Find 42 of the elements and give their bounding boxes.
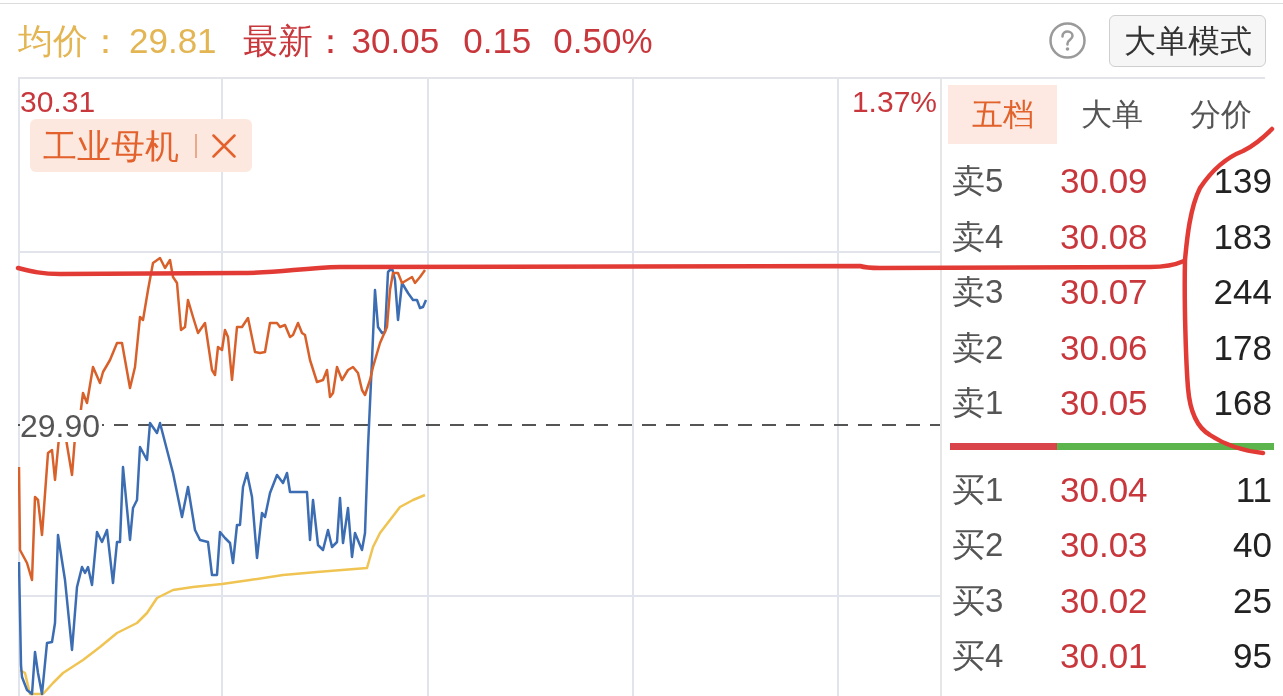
order-volume: 168	[1213, 385, 1272, 421]
order-volume: 11	[1235, 471, 1272, 507]
large-order-mode-button[interactable]: 大单模式	[1109, 14, 1266, 67]
order-level-label: 买2	[952, 528, 1005, 562]
order-volume: 95	[1233, 638, 1272, 674]
order-volume: 178	[1213, 329, 1272, 365]
average-price-value: 29.81	[129, 23, 217, 58]
percent-change: 0.50%	[553, 23, 653, 58]
help-icon[interactable]	[1049, 22, 1086, 59]
order-level-label: 卖5	[952, 164, 1005, 198]
order-volume: 40	[1233, 527, 1272, 563]
order-level-label: 卖2	[952, 330, 1005, 364]
latest-price-value: 30.05	[351, 23, 440, 58]
order-price: 30.01	[1060, 638, 1148, 674]
max-price-label: 30.31	[20, 87, 96, 117]
latest-price-label: 最新：	[242, 23, 348, 58]
price-change: 0.15	[463, 23, 532, 58]
order-book-tab[interactable]: 大单	[1057, 85, 1167, 144]
order-price: 30.05	[1060, 385, 1148, 421]
order-level-label: 买3	[952, 583, 1005, 617]
order-level-label: 卖4	[952, 219, 1005, 253]
order-price: 30.07	[1060, 274, 1148, 310]
order-price: 30.04	[1060, 471, 1148, 507]
order-price: 30.03	[1060, 527, 1148, 563]
order-level-label: 买1	[952, 472, 1005, 506]
close-icon[interactable]	[212, 133, 236, 158]
average-price-label: 均价：	[18, 23, 123, 58]
order-volume: 25	[1233, 582, 1272, 618]
order-volume: 244	[1213, 274, 1272, 310]
order-level-label: 卖3	[952, 275, 1005, 309]
order-price: 30.02	[1060, 582, 1148, 618]
max-percent-label: 1.37%	[851, 87, 937, 117]
order-volume: 183	[1213, 218, 1272, 254]
order-level-label: 买4	[952, 639, 1005, 673]
order-book-tab[interactable]: 分价	[1166, 85, 1276, 144]
order-price: 30.09	[1060, 163, 1148, 199]
tag-label: 工业母机	[43, 128, 179, 163]
order-volume: 139	[1213, 163, 1272, 199]
previous-close-label: 29.90	[20, 410, 103, 442]
order-price: 30.06	[1060, 329, 1148, 365]
order-level-label: 卖1	[952, 386, 1005, 420]
order-price: 30.08	[1060, 218, 1148, 254]
